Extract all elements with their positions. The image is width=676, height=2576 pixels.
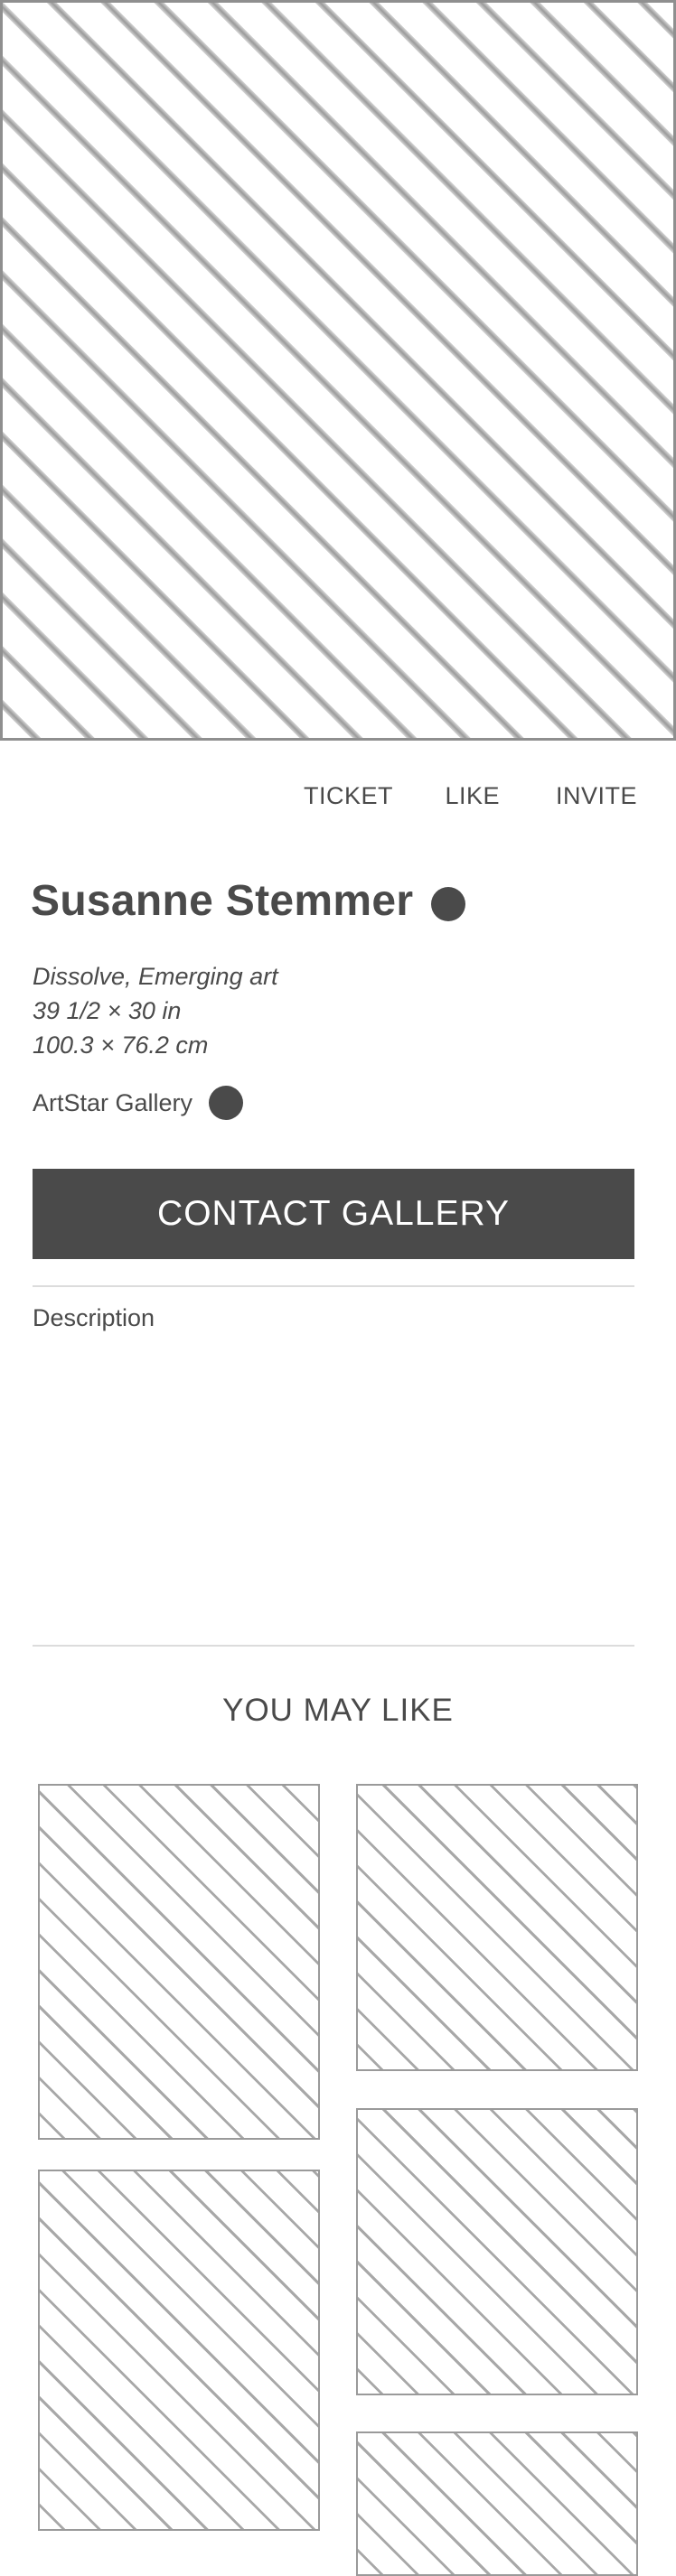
artist-avatar-icon[interactable] [431, 886, 466, 921]
artist-name[interactable]: Susanne Stemmer [31, 876, 413, 926]
recommendation-thumbnail[interactable] [356, 1784, 638, 2071]
divider [33, 1645, 634, 1647]
divider [33, 1285, 634, 1287]
recommendation-thumbnail[interactable] [356, 2431, 638, 2576]
artwork-size-cm: 100.3 × 76.2 cm [33, 1031, 209, 1059]
recommendation-thumbnail[interactable] [38, 2170, 320, 2531]
description-label: Description [33, 1304, 155, 1331]
artist-row: Susanne Stemmer [31, 876, 466, 926]
like-button[interactable]: LIKE [445, 782, 500, 810]
recommendation-thumbnail[interactable] [356, 2108, 638, 2395]
artwork-size-in: 39 1/2 × 30 in [33, 997, 182, 1024]
gallery-name[interactable]: ArtStar Gallery [33, 1089, 192, 1117]
invite-button[interactable]: INVITE [556, 782, 637, 810]
ticket-button[interactable]: TICKET [304, 782, 393, 810]
artwork-image[interactable] [0, 0, 676, 741]
artwork-meta: Dissolve, Emerging art 39 1/2 × 30 in 10… [33, 959, 278, 1062]
recommendation-thumbnail[interactable] [38, 1784, 320, 2140]
gallery-avatar-icon[interactable] [209, 1086, 244, 1120]
contact-gallery-button[interactable]: CONTACT GALLERY [33, 1169, 634, 1259]
artwork-title: Dissolve, Emerging art [33, 963, 278, 990]
you-may-like-heading: YOU MAY LIKE [222, 1693, 454, 1728]
gallery-row: ArtStar Gallery [33, 1086, 244, 1120]
